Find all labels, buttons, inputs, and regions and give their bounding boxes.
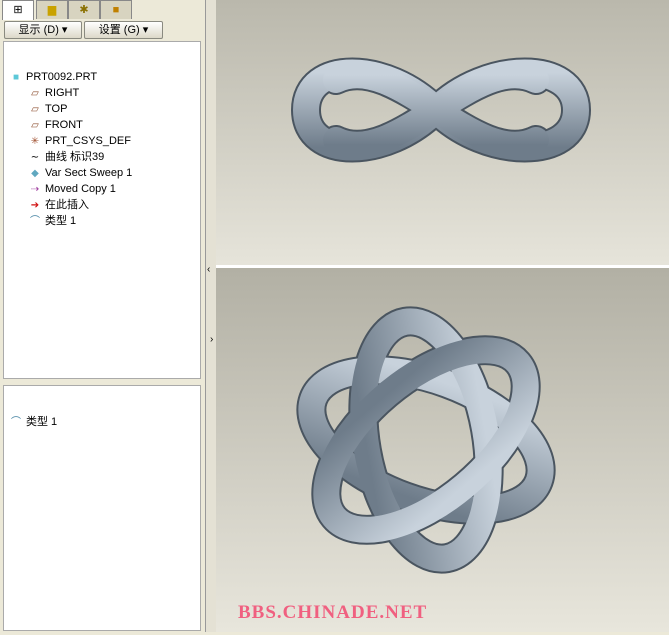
insert-here-arrow-icon: ➔ bbox=[30, 200, 40, 211]
tree-item-moved-copy[interactable]: ⇢ Moved Copy 1 bbox=[28, 181, 116, 197]
tab-model-tree[interactable]: ⊞ bbox=[2, 0, 34, 20]
knot-model-front-view bbox=[296, 306, 556, 574]
connections-icon: ■ bbox=[112, 4, 120, 16]
selection-panel: ⌒ 类型 1 bbox=[3, 385, 201, 631]
sweep-icon: ◆ bbox=[31, 168, 39, 179]
tree-item-quilt[interactable]: ⌒ 类型 1 bbox=[28, 213, 76, 229]
collapse-left-icon[interactable]: ‹ bbox=[207, 264, 210, 275]
tree-item-curve[interactable]: ∼ 曲线 标识39 bbox=[28, 149, 105, 165]
folder-browser-icon: ▆ bbox=[47, 4, 57, 16]
tree-item-front[interactable]: ▱ FRONT bbox=[28, 117, 83, 133]
tree-item-sweep[interactable]: ◆ Var Sect Sweep 1 bbox=[28, 165, 132, 181]
datum-plane-icon: ▱ bbox=[31, 88, 39, 99]
favorites-icon: ✱ bbox=[79, 4, 89, 16]
moved-copy-icon: ⇢ bbox=[30, 184, 40, 195]
tree-item-part[interactable]: ■ PRT0092.PRT bbox=[9, 69, 97, 85]
watermark: BBS.CHINADE.NET bbox=[238, 602, 428, 623]
expand-right-icon[interactable]: › bbox=[210, 334, 213, 345]
csys-icon: ✳ bbox=[30, 136, 40, 147]
tree-item-csys[interactable]: ✳ PRT_CSYS_DEF bbox=[28, 133, 131, 149]
graphics-viewport-bottom[interactable] bbox=[216, 268, 669, 632]
selected-quilt-item[interactable]: ⌒ 类型 1 bbox=[9, 414, 57, 430]
curve-icon: ∼ bbox=[30, 152, 40, 163]
graphics-viewport-top[interactable] bbox=[216, 0, 669, 265]
quilt-icon: ⌒ bbox=[30, 216, 40, 227]
settings-menu-button[interactable]: 设置 (G) ▾ bbox=[84, 21, 163, 39]
knot-model-side-view bbox=[290, 57, 592, 163]
show-menu-button[interactable]: 显示 (D) ▾ bbox=[4, 21, 82, 39]
datum-plane-icon: ▱ bbox=[31, 120, 39, 131]
part-icon: ■ bbox=[12, 72, 20, 83]
model-tree-icon: ⊞ bbox=[13, 4, 23, 16]
tab-folder-browser[interactable]: ▆ bbox=[36, 0, 68, 19]
datum-plane-icon: ▱ bbox=[31, 104, 39, 115]
quilt-icon: ⌒ bbox=[11, 417, 21, 428]
tab-connections[interactable]: ■ bbox=[100, 0, 132, 19]
model-tree: ■ PRT0092.PRT ▱ RIGHT ▱ TOP ▱ FRONT ✳ PRT_CSY… bbox=[3, 41, 201, 379]
tree-item-right[interactable]: ▱ RIGHT bbox=[28, 85, 79, 101]
tree-item-top[interactable]: ▱ TOP bbox=[28, 101, 67, 117]
tab-favorites[interactable]: ✱ bbox=[68, 0, 100, 19]
tree-item-insert-here[interactable]: ➔ 在此插入 bbox=[28, 197, 89, 213]
left-panel: ⊞ ▆ ✱ ■ 显示 (D) ▾ 设置 (G) ▾ ■ PRT0092.PRT ▱… bbox=[0, 0, 205, 632]
